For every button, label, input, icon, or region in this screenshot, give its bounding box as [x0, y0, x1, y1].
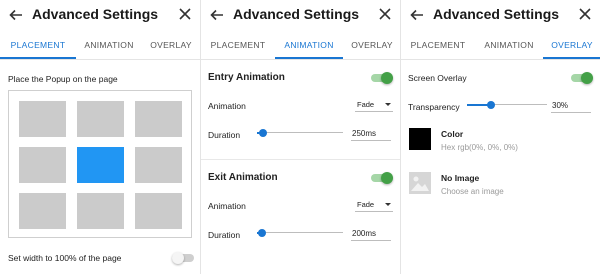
- exit-duration-slider[interactable]: [257, 228, 343, 238]
- placement-cell-middle-left[interactable]: [19, 147, 66, 183]
- back-arrow-icon[interactable]: [409, 7, 425, 23]
- image-placeholder-icon[interactable]: [409, 172, 431, 194]
- placement-cell-top-right[interactable]: [135, 101, 182, 137]
- entry-duration-slider[interactable]: [257, 128, 343, 138]
- placement-cell-top-center[interactable]: [77, 101, 124, 137]
- overlay-panel: Advanced Settings PLACEMENT ANIMATION OV…: [400, 0, 600, 274]
- exit-animation-select[interactable]: Fade: [355, 198, 393, 212]
- close-icon[interactable]: [578, 7, 592, 21]
- close-icon[interactable]: [378, 7, 392, 21]
- placement-grid: [8, 90, 192, 238]
- tab-placement[interactable]: PLACEMENT: [201, 32, 275, 59]
- transparency-value[interactable]: 30%: [551, 101, 591, 113]
- exit-animation-label: Animation: [208, 201, 246, 211]
- transparency-slider[interactable]: [467, 100, 547, 110]
- tab-overlay[interactable]: OVERLAY: [343, 32, 400, 59]
- chevron-down-icon: [385, 203, 391, 206]
- image-hint[interactable]: Choose an image: [441, 187, 504, 196]
- entry-animation-value: Fade: [357, 100, 375, 109]
- exit-animation-title: Exit Animation: [208, 172, 278, 183]
- close-icon[interactable]: [178, 7, 192, 21]
- chevron-down-icon: [385, 103, 391, 106]
- tab-bar: PLACEMENT ANIMATION OVERLAY: [401, 32, 600, 60]
- screen-overlay-toggle[interactable]: [571, 72, 593, 84]
- full-width-toggle[interactable]: [172, 252, 194, 264]
- panel-title: Advanced Settings: [433, 6, 560, 22]
- section-divider: [201, 159, 400, 160]
- slider-thumb[interactable]: [487, 101, 495, 109]
- panel-header: Advanced Settings: [0, 0, 200, 30]
- image-label: No Image: [441, 173, 480, 183]
- color-value: Hex rgb(0%, 0%, 0%): [441, 143, 518, 152]
- tab-overlay[interactable]: OVERLAY: [142, 32, 200, 59]
- full-width-label: Set width to 100% of the page: [8, 253, 122, 263]
- placement-cell-bottom-center[interactable]: [77, 193, 124, 229]
- panel-header: Advanced Settings: [401, 0, 600, 30]
- placement-panel: Advanced Settings PLACEMENT ANIMATION OV…: [0, 0, 200, 274]
- tab-placement[interactable]: PLACEMENT: [401, 32, 475, 59]
- color-label: Color: [441, 129, 464, 139]
- placement-cell-top-left[interactable]: [19, 101, 66, 137]
- back-arrow-icon[interactable]: [209, 7, 225, 23]
- placement-cell-center[interactable]: [77, 147, 124, 183]
- entry-animation-label: Animation: [208, 101, 246, 111]
- tab-animation[interactable]: ANIMATION: [76, 32, 142, 59]
- entry-animation-select[interactable]: Fade: [355, 98, 393, 112]
- entry-duration-label: Duration: [208, 130, 241, 140]
- exit-duration-value[interactable]: 200ms: [351, 229, 391, 241]
- panel-title: Advanced Settings: [233, 6, 360, 22]
- tab-animation[interactable]: ANIMATION: [275, 32, 343, 59]
- color-swatch[interactable]: [409, 128, 431, 150]
- tab-overlay[interactable]: OVERLAY: [543, 32, 600, 59]
- entry-animation-toggle[interactable]: [371, 72, 393, 84]
- back-arrow-icon[interactable]: [8, 7, 24, 23]
- placement-cell-bottom-left[interactable]: [19, 193, 66, 229]
- placement-cell-middle-right[interactable]: [135, 147, 182, 183]
- exit-animation-value: Fade: [357, 200, 375, 209]
- animation-panel: Advanced Settings PLACEMENT ANIMATION OV…: [200, 0, 400, 274]
- tab-animation[interactable]: ANIMATION: [475, 32, 543, 59]
- tab-bar: PLACEMENT ANIMATION OVERLAY: [0, 32, 200, 60]
- placement-heading: Place the Popup on the page: [8, 74, 118, 84]
- tab-placement[interactable]: PLACEMENT: [0, 32, 76, 59]
- panel-header: Advanced Settings: [201, 0, 400, 30]
- panel-title: Advanced Settings: [32, 6, 159, 22]
- entry-animation-title: Entry Animation: [208, 72, 285, 83]
- screen-overlay-label: Screen Overlay: [408, 73, 467, 83]
- tab-bar: PLACEMENT ANIMATION OVERLAY: [201, 32, 400, 60]
- exit-duration-label: Duration: [208, 230, 241, 240]
- exit-animation-toggle[interactable]: [371, 172, 393, 184]
- placement-cell-bottom-right[interactable]: [135, 193, 182, 229]
- slider-thumb[interactable]: [258, 229, 267, 237]
- transparency-label: Transparency: [408, 102, 460, 112]
- entry-duration-value[interactable]: 250ms: [351, 129, 391, 141]
- slider-thumb[interactable]: [259, 129, 268, 137]
